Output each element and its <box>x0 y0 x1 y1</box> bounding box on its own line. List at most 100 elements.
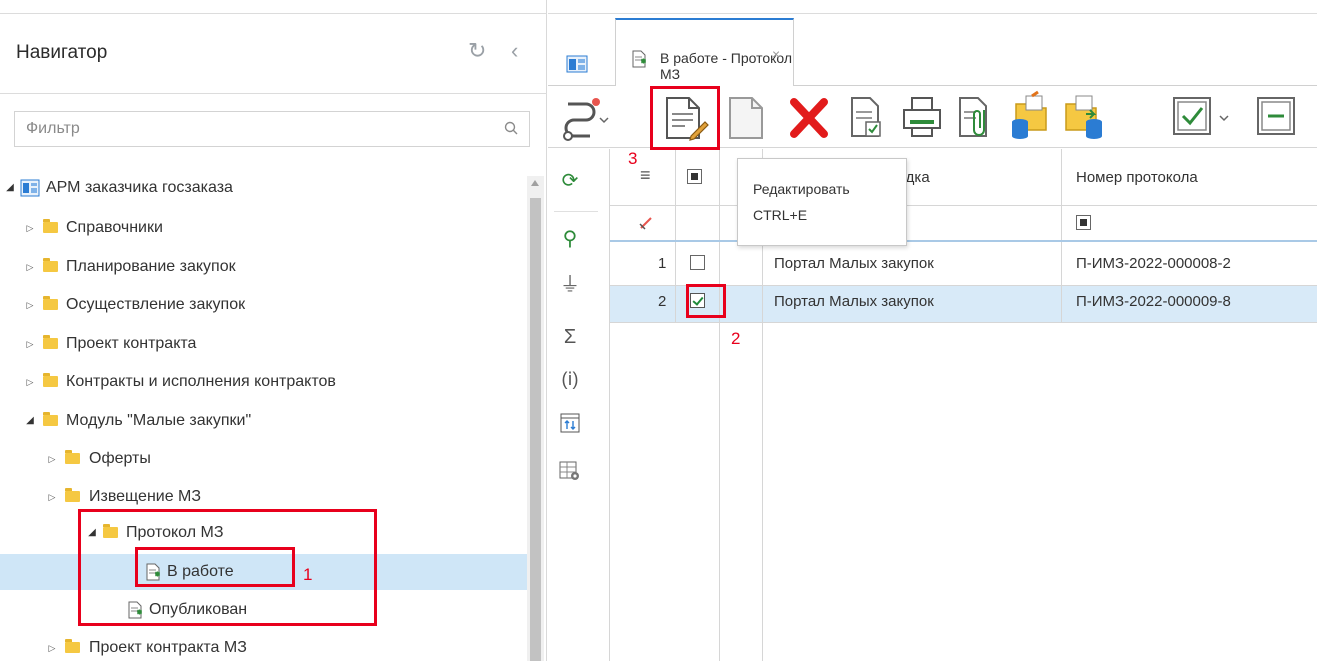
sum-icon[interactable]: Σ <box>558 325 582 349</box>
collapsed-icon[interactable]: ▷ <box>46 630 58 661</box>
tree-item-spravochniki[interactable]: ▷ Справочники <box>0 210 527 246</box>
side-toolbar: ⟳ ⚲ ⏚ Σ (ⅰ) <box>548 149 610 661</box>
tree-item-label: Планирование закупок <box>66 258 236 275</box>
tree-item-contract-project[interactable]: ▷ Проект контракта <box>0 326 527 362</box>
folder-icon <box>65 450 80 464</box>
tree-item-procurement[interactable]: ▷ Осуществление закупок <box>0 287 527 323</box>
close-icon[interactable]: × <box>772 46 780 62</box>
sort-icon[interactable] <box>558 411 582 435</box>
tab-bar: В работе - Протокол МЗ × <box>548 13 1317 87</box>
tree-item-label: Контракты и исполнения контрактов <box>66 373 336 390</box>
cell-protocol-number: П-ИМЗ-2022-000009-8 <box>1076 293 1231 310</box>
filter-clear-icon[interactable] <box>638 215 654 231</box>
print-icon[interactable] <box>900 90 944 144</box>
folder-icon <box>43 335 58 349</box>
collapsed-icon[interactable]: ▷ <box>24 287 36 323</box>
column-header-protocol-number[interactable]: Номер протокола <box>1076 169 1198 186</box>
tree-item-contract-project-mz[interactable]: ▷ Проект контракта МЗ <box>0 630 527 661</box>
collapsed-icon[interactable]: ▷ <box>24 210 36 246</box>
filter-checkbox[interactable] <box>1076 215 1091 230</box>
annotation-step-2: 2 <box>731 329 741 348</box>
folder-icon <box>43 373 58 387</box>
import-icon[interactable] <box>1008 90 1052 144</box>
divider <box>610 322 1317 323</box>
tree-item-app[interactable]: ◢ АРМ заказчика госзаказа <box>0 170 527 206</box>
navigator-header: Навигатор ↻ ‹ <box>0 14 547 94</box>
annotation-box-checkbox <box>686 284 726 318</box>
divider <box>610 205 1317 206</box>
check-all-icon[interactable] <box>1170 90 1236 144</box>
uncheck-all-icon[interactable] <box>1254 90 1300 144</box>
tree-item-label: Осуществление закупок <box>66 296 246 313</box>
divider <box>675 149 676 322</box>
attach-icon[interactable] <box>954 90 998 144</box>
annotation-box-in-work <box>135 547 295 587</box>
filter-icon[interactable]: ⏚ <box>558 273 582 297</box>
export-icon[interactable] <box>1062 90 1106 144</box>
row-number: 1 <box>658 255 667 272</box>
folder-icon <box>43 219 58 233</box>
scroll-thumb[interactable] <box>530 198 541 661</box>
folder-icon <box>43 412 58 426</box>
folder-icon <box>65 639 80 653</box>
expanded-icon[interactable]: ◢ <box>24 403 36 439</box>
grid-settings-icon[interactable] <box>558 459 582 483</box>
tree-item-label: Справочники <box>66 219 163 236</box>
tree-item-small-purchases[interactable]: ◢ Модуль "Малые закупки" <box>0 403 527 439</box>
tree-item-label: Проект контракта <box>66 335 197 352</box>
tree-item-offers[interactable]: ▷ Оферты <box>0 441 527 477</box>
scroll-up-icon[interactable] <box>531 180 539 186</box>
divider <box>554 211 598 212</box>
annotation-step-1: 1 <box>303 565 313 584</box>
tree-item-label: Проект контракта МЗ <box>89 639 247 656</box>
folder-icon <box>43 296 58 310</box>
navigator-title: Навигатор <box>16 42 108 63</box>
data-grid: ≡ щадка Номер протокола 1 Портал Малых з… <box>610 149 1317 661</box>
home-tab-icon[interactable] <box>556 48 608 84</box>
app-window: Навигатор ↻ ‹ ◢ АРМ заказчика госза <box>0 0 1317 661</box>
tree-item-contracts[interactable]: ▷ Контракты и исполнения контрактов <box>0 364 527 400</box>
row-number: 2 <box>658 293 667 310</box>
refresh-icon[interactable]: ⟳ <box>558 169 582 193</box>
collapsed-icon[interactable]: ▷ <box>46 441 58 477</box>
divider <box>719 149 720 661</box>
new-document-icon[interactable] <box>724 90 768 144</box>
row-checkbox[interactable] <box>690 255 705 270</box>
filter-field[interactable] <box>14 111 530 147</box>
folder-icon <box>43 258 58 272</box>
annotation-step-3: 3 <box>628 149 638 168</box>
delete-icon[interactable] <box>784 90 834 144</box>
tooltip-shortcut: CTRL+E <box>753 207 808 223</box>
tab-in-work-protocol[interactable]: В работе - Протокол МЗ × <box>615 18 794 87</box>
tree-item-label: АРМ заказчика госзаказа <box>46 179 233 196</box>
approve-document-icon[interactable] <box>846 90 886 144</box>
tree-item-planning[interactable]: ▷ Планирование закупок <box>0 249 527 285</box>
tree-item-label: Модуль "Малые закупки" <box>66 412 252 429</box>
select-all-checkbox[interactable] <box>687 169 702 184</box>
tree-scrollbar[interactable] <box>527 176 544 661</box>
search-icon[interactable]: ⚲ <box>558 227 582 251</box>
collapsed-icon[interactable]: ▷ <box>46 479 58 515</box>
app-icon <box>20 179 40 197</box>
expanded-icon[interactable]: ◢ <box>4 170 16 206</box>
divider <box>610 240 1317 242</box>
workflow-icon[interactable] <box>560 90 610 144</box>
tooltip-title: Редактировать <box>753 181 850 197</box>
collapsed-icon[interactable]: ▷ <box>24 364 36 400</box>
filter-input[interactable] <box>15 112 495 146</box>
folder-icon <box>65 488 80 502</box>
cell-protocol-number: П-ИМЗ-2022-000008-2 <box>1076 255 1231 272</box>
edit-tooltip: Редактировать CTRL+E <box>737 158 907 246</box>
cell-platform: Портал Малых закупок <box>774 293 934 310</box>
collapsed-icon[interactable]: ▷ <box>24 249 36 285</box>
collapsed-icon[interactable]: ▷ <box>24 326 36 362</box>
annotation-box-edit-button <box>650 86 720 150</box>
tree-item-label: Оферты <box>89 450 151 467</box>
collapse-icon[interactable]: ‹ <box>511 38 518 64</box>
search-icon[interactable] <box>503 120 519 136</box>
cell-platform: Портал Малых закупок <box>774 255 934 272</box>
info-icon[interactable]: (ⅰ) <box>558 367 582 391</box>
row-menu-icon[interactable]: ≡ <box>640 165 651 186</box>
document-edit-icon <box>632 50 646 68</box>
refresh-icon[interactable]: ↻ <box>468 38 486 64</box>
